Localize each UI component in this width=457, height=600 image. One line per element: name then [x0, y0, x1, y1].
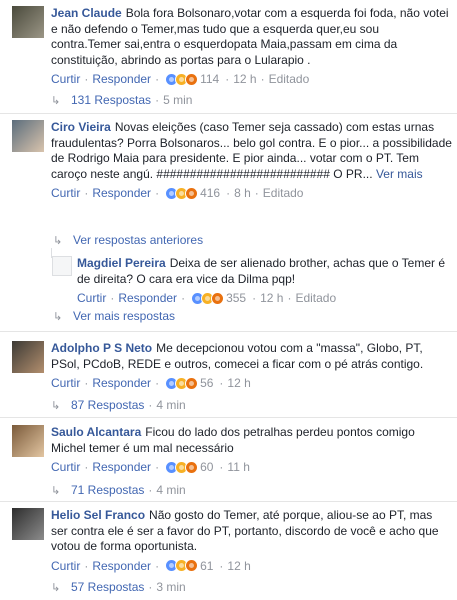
author-name[interactable]: Ciro Vieira — [51, 120, 111, 134]
angry-reaction-icon — [185, 376, 199, 390]
author-name[interactable]: Jean Claude — [51, 6, 122, 20]
angry-reaction-icon — [185, 186, 199, 200]
reply-button[interactable]: Responder — [92, 375, 151, 391]
divider — [0, 331, 457, 332]
reaction-count: 60 — [200, 460, 214, 474]
comment-text-block: Saulo Alcantara Ficou do lado dos petralh… — [51, 425, 452, 456]
view-replies-link[interactable]: ↳ 57 Respostas · 3 min — [51, 580, 186, 594]
comment-text-block: Magdiel Pereira Deixa de ser alienado bro… — [77, 256, 452, 287]
reply-button[interactable]: Responder — [118, 290, 177, 306]
reply-arrow-icon: ↳ — [51, 94, 61, 107]
view-replies-link[interactable]: ↳ 131 Respostas · 5 min — [51, 93, 192, 107]
comment-actions: Curtir · Responder · 416 · 8 h · Editado — [51, 185, 304, 201]
comment-actions: Curtir · Responder · 61 · 12 h — [51, 558, 251, 574]
comment-time[interactable]: 11 h — [227, 459, 249, 475]
reaction-count: 114 — [200, 72, 220, 86]
avatar[interactable] — [12, 341, 44, 373]
divider — [0, 113, 457, 114]
angry-reaction-icon — [185, 559, 199, 572]
author-name[interactable]: Adolpho P S Neto — [51, 341, 152, 355]
reactions[interactable]: 114 — [165, 71, 219, 87]
like-button[interactable]: Curtir — [51, 558, 80, 574]
like-button[interactable]: Curtir — [51, 459, 80, 475]
reaction-count: 355 — [226, 291, 247, 305]
avatar[interactable] — [12, 425, 44, 457]
view-replies-link[interactable]: ↳ 87 Respostas · 4 min — [51, 398, 186, 412]
divider — [0, 417, 457, 418]
comment-text-block: Ciro Vieira Novas eleições (caso Temer se… — [51, 120, 452, 182]
avatar[interactable] — [12, 508, 44, 540]
edited-label[interactable]: Editado — [295, 290, 336, 306]
edited-label[interactable]: Editado — [263, 185, 304, 201]
avatar[interactable] — [12, 120, 44, 152]
like-button[interactable]: Curtir — [77, 290, 106, 306]
avatar[interactable] — [12, 6, 44, 38]
reactions[interactable]: 416 — [165, 185, 220, 201]
avatar[interactable] — [52, 256, 72, 276]
comment-time[interactable]: 8 h — [234, 185, 251, 201]
previous-replies-link[interactable]: ↳ Ver respostas anteriores — [53, 233, 203, 247]
like-button[interactable]: Curtir — [51, 185, 80, 201]
like-button[interactable]: Curtir — [51, 71, 80, 87]
reply-arrow-icon: ↳ — [51, 399, 61, 412]
reply-arrow-icon: ↳ — [51, 484, 61, 497]
reply-arrow-icon: ↳ — [53, 310, 63, 323]
reactions[interactable]: 60 — [165, 459, 213, 475]
reaction-count: 56 — [200, 376, 214, 390]
divider — [0, 501, 457, 502]
author-name[interactable]: Saulo Alcantara — [51, 425, 141, 439]
see-more-link[interactable]: Ver mais — [376, 167, 423, 181]
reply-arrow-icon: ↳ — [51, 581, 61, 594]
angry-reaction-icon — [185, 460, 199, 474]
comment-time[interactable]: 12 h — [260, 290, 283, 306]
reactions[interactable]: 56 — [165, 375, 213, 391]
more-replies-link[interactable]: ↳ Ver mais respostas — [53, 309, 175, 323]
comment-text-block: Jean Claude Bola fora Bolsonaro,votar com… — [51, 6, 452, 68]
comment-text-block: Helio Sel Franco Não gosto do Temer, até … — [51, 508, 452, 555]
comment-actions: Curtir · Responder · 60 · 11 h — [51, 459, 250, 475]
reply-arrow-icon: ↳ — [53, 234, 63, 247]
comment-time[interactable]: 12 h — [227, 558, 250, 574]
reactions[interactable]: 355 — [191, 290, 246, 306]
reply-button[interactable]: Responder — [92, 459, 151, 475]
comment-actions: Curtir · Responder · 114 · 12 h · Editad… — [51, 71, 310, 87]
reactions[interactable]: 61 — [165, 558, 213, 574]
reaction-count: 416 — [200, 186, 221, 200]
reply-button[interactable]: Responder — [92, 185, 151, 201]
view-replies-link[interactable]: ↳ 71 Respostas · 4 min — [51, 483, 186, 497]
angry-reaction-icon — [185, 72, 199, 86]
angry-reaction-icon — [211, 291, 225, 305]
comment-text-block: Adolpho P S Neto Me decepcionou votou com… — [51, 341, 452, 372]
reply-button[interactable]: Responder — [92, 71, 151, 87]
comments-section: Jean Claude Bola fora Bolsonaro,votar com… — [0, 0, 457, 600]
reaction-count: 61 — [200, 558, 214, 573]
author-name[interactable]: Magdiel Pereira — [77, 256, 166, 270]
like-button[interactable]: Curtir — [51, 375, 80, 391]
comment-actions: Curtir · Responder · 56 · 12 h — [51, 375, 251, 391]
comment-actions: Curtir · Responder · 355 · 12 h · Editad… — [77, 290, 337, 306]
comment-time[interactable]: 12 h — [227, 375, 250, 391]
reply-button[interactable]: Responder — [92, 558, 151, 574]
comment-time[interactable]: 12 h — [233, 71, 256, 87]
author-name[interactable]: Helio Sel Franco — [51, 508, 145, 522]
edited-label[interactable]: Editado — [269, 71, 310, 87]
